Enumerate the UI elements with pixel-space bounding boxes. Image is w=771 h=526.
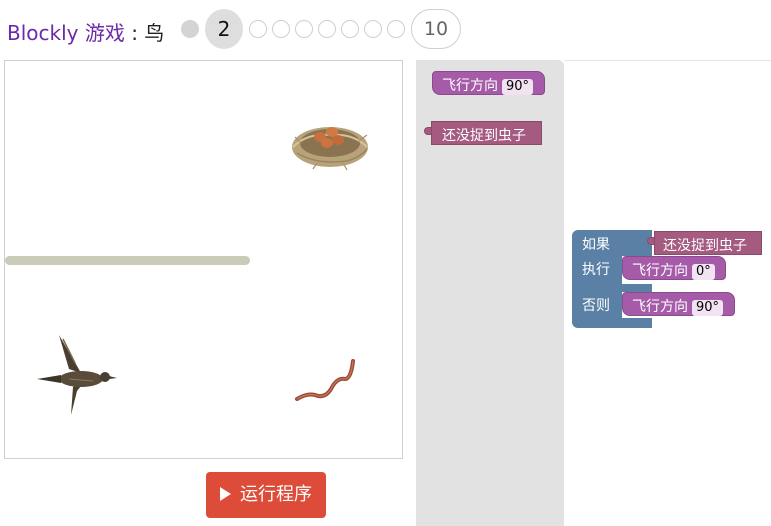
- worm-icon: [295, 359, 355, 401]
- title-separator: :: [124, 21, 145, 45]
- heading-block-label: 飞行方向: [442, 78, 498, 94]
- if-condition-label: 还没捉到虫子: [663, 238, 747, 254]
- level-5-dot[interactable]: [295, 20, 313, 38]
- workspace-top-border: [564, 60, 771, 61]
- else-heading-label: 飞行方向: [632, 299, 688, 315]
- level-name: 鸟: [144, 21, 165, 45]
- else-heading-angle-field[interactable]: 90°: [692, 300, 724, 316]
- else-label: 否则: [582, 298, 610, 314]
- level-6-dot[interactable]: [318, 20, 336, 38]
- level-8-dot[interactable]: [364, 20, 382, 38]
- level-3-dot[interactable]: [249, 20, 267, 38]
- heading-angle-field[interactable]: 90°: [502, 79, 534, 95]
- page-title: Blockly 游戏 : 鸟: [7, 17, 164, 46]
- else-heading-block[interactable]: 飞行方向 90°: [622, 292, 735, 316]
- do-heading-block[interactable]: 飞行方向 0°: [622, 256, 726, 280]
- wall: [5, 256, 250, 265]
- toolbox-heading-block[interactable]: 飞行方向 90°: [432, 71, 545, 95]
- if-condition-block[interactable]: 还没捉到虫子: [654, 231, 762, 255]
- run-program-button[interactable]: 运行程序: [206, 472, 326, 518]
- level-last[interactable]: 10: [411, 9, 461, 49]
- bird-icon: [37, 335, 117, 415]
- nest-icon: [292, 127, 368, 171]
- level-current[interactable]: 2: [205, 9, 243, 49]
- run-program-label: 运行程序: [240, 484, 312, 505]
- do-label: 执行: [582, 262, 610, 278]
- header-bar: Blockly 游戏 : 鸟 2 10: [0, 0, 771, 60]
- game-stage: [4, 60, 403, 459]
- condition-block-label: 还没捉到虫子: [442, 128, 526, 144]
- level-1-dot[interactable]: [181, 20, 199, 38]
- level-7-dot[interactable]: [341, 20, 359, 38]
- app-name[interactable]: Blockly: [7, 21, 78, 45]
- level-9-dot[interactable]: [387, 20, 405, 38]
- do-heading-angle-field[interactable]: 0°: [692, 264, 715, 280]
- level-4-dot[interactable]: [272, 20, 290, 38]
- game-name[interactable]: 游戏: [85, 21, 125, 45]
- play-icon: [220, 487, 231, 501]
- do-heading-label: 飞行方向: [632, 263, 688, 279]
- if-label: 如果: [582, 237, 610, 253]
- toolbox-condition-block[interactable]: 还没捉到虫子: [431, 121, 542, 145]
